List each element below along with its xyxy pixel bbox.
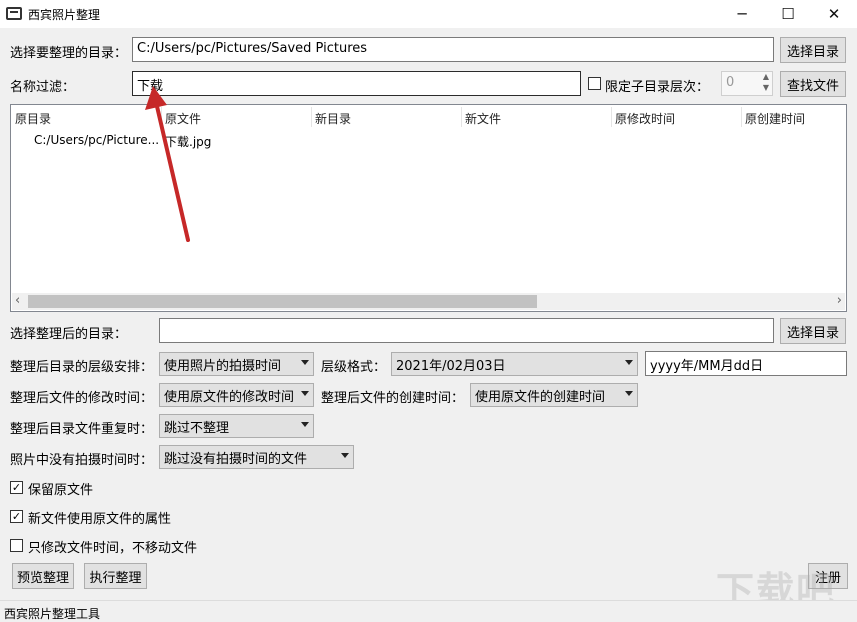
- select-target-dir-button[interactable]: 选择目录: [780, 318, 846, 344]
- source-dir-label: 选择要整理的目录：: [10, 46, 128, 61]
- mod-time-select[interactable]: 使用原文件的修改时间: [159, 383, 314, 407]
- keep-original-label: 保留原文件: [28, 483, 94, 498]
- hierarchy-select-value: 使用照片的拍摄时间: [164, 359, 282, 374]
- use-attributes-checkbox[interactable]: ✓: [10, 510, 23, 523]
- annotation-arrow: [145, 86, 190, 242]
- keep-original-checkbox[interactable]: ✓: [10, 481, 23, 494]
- window-title: 西宾照片整理: [28, 8, 101, 22]
- app-icon: [6, 7, 22, 20]
- title-bar: 西宾照片整理 ─ ☐ ✕: [0, 0, 857, 28]
- scroll-left-icon[interactable]: ‹: [15, 293, 20, 308]
- depth-spinbox[interactable]: 0 ▲ ▼: [721, 71, 773, 96]
- no-shoot-time-select[interactable]: 跳过没有拍摄时间的文件: [159, 445, 354, 469]
- spin-up-icon[interactable]: ▲: [763, 72, 769, 81]
- chevron-down-icon: [301, 391, 309, 396]
- spin-down-icon[interactable]: ▼: [763, 83, 769, 92]
- format-select[interactable]: 2021年/02月03日: [391, 352, 638, 376]
- scrollbar-thumb[interactable]: [28, 295, 537, 308]
- scroll-right-icon[interactable]: ›: [837, 293, 842, 308]
- maximize-button[interactable]: ☐: [765, 0, 811, 28]
- duplicate-select-value: 跳过不整理: [164, 421, 230, 436]
- hierarchy-select[interactable]: 使用照片的拍摄时间: [159, 352, 314, 376]
- create-time-select-value: 使用原文件的创建时间: [475, 390, 606, 405]
- column-divider[interactable]: [461, 107, 462, 127]
- limit-depth-checkbox[interactable]: [588, 77, 601, 90]
- column-header-new-dir[interactable]: 新目录: [315, 110, 351, 127]
- time-only-label: 只修改文件时间，不移动文件: [28, 541, 198, 556]
- column-header-create-time[interactable]: 原创建时间: [745, 110, 805, 127]
- select-source-dir-button[interactable]: 选择目录: [780, 37, 846, 63]
- column-divider[interactable]: [311, 107, 312, 127]
- name-filter-label: 名称过滤：: [10, 80, 76, 95]
- chevron-down-icon: [341, 453, 349, 458]
- mod-time-label: 整理后文件的修改时间：: [10, 391, 154, 406]
- execute-button[interactable]: 执行整理: [84, 563, 147, 589]
- target-dir-input[interactable]: [159, 318, 774, 343]
- column-divider[interactable]: [741, 107, 742, 127]
- no-shoot-time-label: 照片中没有拍摄时间时：: [10, 453, 154, 468]
- use-attributes-label: 新文件使用原文件的属性: [28, 512, 172, 527]
- duplicate-select[interactable]: 跳过不整理: [159, 414, 314, 438]
- chevron-down-icon: [625, 391, 633, 396]
- column-header-new-file[interactable]: 新文件: [465, 110, 501, 127]
- close-button[interactable]: ✕: [811, 0, 857, 28]
- chevron-down-icon: [301, 360, 309, 365]
- mod-time-select-value: 使用原文件的修改时间: [164, 390, 295, 405]
- source-dir-input[interactable]: C:/Users/pc/Pictures/Saved Pictures: [132, 37, 774, 62]
- chevron-down-icon: [625, 360, 633, 365]
- find-files-button[interactable]: 查找文件: [780, 71, 846, 97]
- limit-depth-label: 限定子目录层次：: [605, 80, 710, 95]
- no-shoot-time-select-value: 跳过没有拍摄时间的文件: [164, 452, 308, 467]
- target-dir-label: 选择整理后的目录：: [10, 327, 128, 342]
- chevron-down-icon: [301, 422, 309, 427]
- column-header-mod-time[interactable]: 原修改时间: [615, 110, 675, 127]
- hierarchy-label: 整理后目录的层级安排：: [10, 360, 154, 375]
- create-time-label: 整理后文件的创建时间：: [321, 391, 465, 406]
- column-header-src-dir[interactable]: 原目录: [15, 110, 51, 127]
- file-list[interactable]: 原目录 原文件 新目录 新文件 原修改时间 原创建时间 C:/Users/pc/…: [10, 104, 847, 312]
- status-text: 西宾照片整理工具: [4, 607, 101, 621]
- horizontal-scrollbar[interactable]: ‹ ›: [12, 293, 845, 310]
- preview-button[interactable]: 预览整理: [12, 563, 74, 589]
- column-divider[interactable]: [611, 107, 612, 127]
- duplicate-label: 整理后目录文件重复时：: [10, 422, 154, 437]
- status-bar: 西宾照片整理工具: [0, 600, 857, 622]
- format-select-value: 2021年/02月03日: [396, 359, 506, 374]
- depth-value: 0: [726, 75, 735, 90]
- format-label: 层级格式：: [321, 360, 387, 375]
- minimize-button[interactable]: ─: [719, 0, 765, 28]
- time-only-checkbox[interactable]: [10, 539, 23, 552]
- create-time-select[interactable]: 使用原文件的创建时间: [470, 383, 638, 407]
- format-pattern-input[interactable]: yyyy年/MM月dd日: [645, 351, 847, 376]
